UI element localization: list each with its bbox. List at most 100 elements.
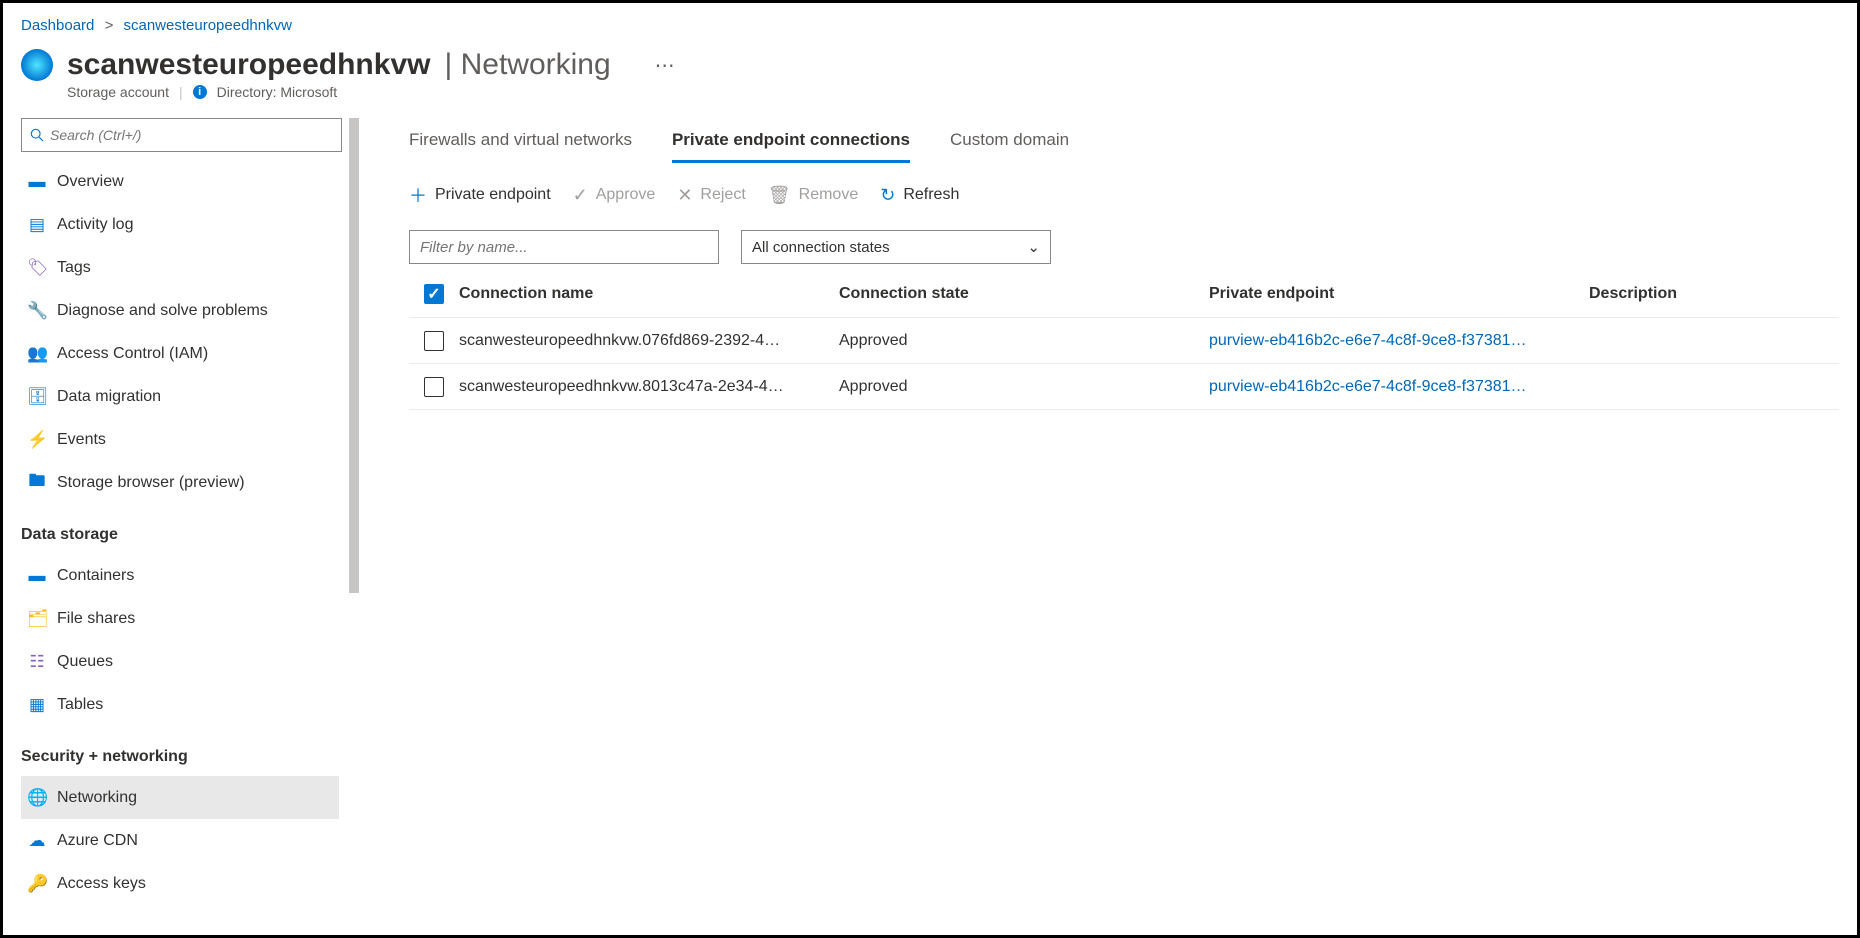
row-checkbox[interactable] (424, 331, 444, 351)
button-label: Refresh (903, 186, 959, 204)
main-content: Firewalls and virtual networks Private e… (359, 118, 1839, 935)
sidebar-scrollbar[interactable] (349, 118, 359, 935)
tables-icon: ▦ (27, 695, 47, 715)
sidebar-item-storage-browser[interactable]: 🖿 Storage browser (preview) (21, 461, 339, 504)
remove-button: 🗑 Remove (768, 185, 858, 206)
toolbar: ＋ Private endpoint ✓ Approve ✕ Reject 🗑 Remo… (409, 182, 1839, 208)
key-icon: 🔑 (27, 874, 47, 894)
x-icon: ✕ (677, 185, 692, 206)
sidebar-item-activity-log[interactable]: ▤ Activity log (21, 203, 339, 246)
sidebar-item-label: Tags (57, 259, 91, 277)
sidebar-item-label: Data migration (57, 388, 161, 406)
cell-private-endpoint-link[interactable]: purview-eb416b2c-e6e7-4c8f-9ce8-f37381… (1209, 332, 1527, 349)
sidebar-item-label: Queues (57, 653, 113, 671)
sidebar-section-data-storage: Data storage (21, 504, 339, 554)
sidebar-item-iam[interactable]: 👥 Access Control (IAM) (21, 332, 339, 375)
sidebar-item-label: Access Control (IAM) (57, 345, 208, 363)
cell-private-endpoint-link[interactable]: purview-eb416b2c-e6e7-4c8f-9ce8-f37381… (1209, 378, 1527, 395)
migration-icon: 🗄 (27, 387, 47, 407)
resource-name: scanwesteuropeedhnkvw (67, 48, 430, 82)
chevron-down-icon: ⌄ (1027, 238, 1040, 256)
cdn-icon: ☁ (27, 831, 47, 851)
refresh-button[interactable]: ↻ Refresh (880, 185, 959, 206)
col-header-state[interactable]: Connection state (839, 285, 1209, 303)
networking-icon: 🌐 (27, 788, 47, 808)
sidebar-item-azure-cdn[interactable]: ☁Azure CDN (21, 819, 339, 862)
sidebar-item-label: Activity log (57, 216, 133, 234)
reject-button: ✕ Reject (677, 185, 745, 206)
add-private-endpoint-button[interactable]: ＋ Private endpoint (409, 182, 551, 208)
approve-button: ✓ Approve (573, 185, 656, 206)
col-header-name[interactable]: Connection name (459, 285, 839, 303)
sidebar: « ▬Overview ▤Activity log 🏷Tags 🔧Diagnos… (21, 118, 359, 935)
containers-icon: ▬ (27, 566, 47, 586)
plus-icon: ＋ (409, 182, 427, 208)
sidebar-search[interactable] (21, 118, 342, 152)
search-input[interactable] (50, 127, 333, 143)
check-icon: ✓ (573, 185, 588, 206)
filter-name-input[interactable] (420, 239, 708, 256)
info-icon[interactable]: i (193, 85, 207, 99)
filter-connection-state[interactable]: All connection states ⌄ (741, 230, 1051, 264)
sidebar-item-access-keys[interactable]: 🔑 Access keys (21, 862, 339, 905)
sidebar-item-tables[interactable]: ▦ Tables (21, 683, 339, 726)
sidebar-item-migration[interactable]: 🗄 Data migration (21, 375, 339, 418)
queues-icon: ☷ (27, 652, 47, 672)
tab-private-endpoint[interactable]: Private endpoint connections (672, 122, 910, 163)
sidebar-item-label: Containers (57, 567, 134, 585)
iam-icon: 👥 (27, 344, 47, 364)
sidebar-item-label: Networking (57, 789, 137, 807)
blade-title: | Networking (444, 48, 610, 82)
breadcrumb-sep: > (105, 17, 114, 34)
directory-label: Directory: Microsoft (217, 84, 338, 100)
button-label: Private endpoint (435, 186, 551, 204)
cell-connection-name: scanwesteuropeedhnkvw.8013c47a-2e34-4… (459, 378, 839, 396)
sidebar-section-security: Security + networking (21, 726, 339, 776)
filters-row: All connection states ⌄ (409, 230, 1839, 264)
cell-connection-name: scanwesteuropeedhnkvw.076fd869-2392-4… (459, 332, 839, 350)
trash-icon: 🗑 (768, 185, 791, 206)
filter-by-name[interactable] (409, 230, 719, 264)
sidebar-item-events[interactable]: ⚡Events (21, 418, 339, 461)
blade-title-row: scanwesteuropeedhnkvw | Networking ⋯ (21, 42, 1839, 86)
tags-icon: 🏷 (27, 258, 47, 278)
refresh-icon: ↻ (880, 185, 895, 206)
cell-connection-state: Approved (839, 332, 1209, 350)
tab-custom-domain[interactable]: Custom domain (950, 122, 1069, 163)
connections-table: ✓ Connection name Connection state Priva… (409, 270, 1839, 410)
sidebar-item-diagnose[interactable]: 🔧Diagnose and solve problems (21, 289, 339, 332)
sidebar-item-tags[interactable]: 🏷 Tags (21, 246, 339, 289)
button-label: Reject (700, 186, 745, 204)
col-header-description[interactable]: Description (1589, 285, 1839, 303)
browser-icon: 🖿 (27, 468, 47, 497)
sidebar-item-networking[interactable]: 🌐 Networking (21, 776, 339, 819)
button-label: Approve (596, 186, 656, 204)
table-header: ✓ Connection name Connection state Priva… (409, 270, 1839, 318)
row-checkbox[interactable] (424, 377, 444, 397)
breadcrumb-current[interactable]: scanwesteuropeedhnkvw (124, 17, 292, 34)
breadcrumb: Dashboard > scanwesteuropeedhnkvw (21, 13, 1839, 42)
activity-log-icon: ▤ (27, 215, 47, 235)
resource-type: Storage account (67, 84, 169, 100)
sidebar-item-label: Diagnose and solve problems (57, 302, 268, 320)
breadcrumb-root[interactable]: Dashboard (21, 17, 94, 34)
col-header-private-endpoint[interactable]: Private endpoint (1209, 285, 1589, 303)
sidebar-item-overview[interactable]: ▬Overview (21, 160, 339, 203)
table-row[interactable]: scanwesteuropeedhnkvw.076fd869-2392-4… A… (409, 318, 1839, 364)
tab-firewalls[interactable]: Firewalls and virtual networks (409, 122, 632, 163)
sidebar-item-label: Storage browser (preview) (57, 474, 245, 492)
sidebar-item-label: Overview (57, 173, 124, 191)
sidebar-item-label: Tables (57, 696, 103, 714)
resource-subline: Storage account | i Directory: Microsoft (21, 84, 1839, 100)
more-actions-icon[interactable]: ⋯ (655, 53, 677, 78)
sidebar-nav: ▬Overview ▤Activity log 🏷Tags 🔧Diagnose … (21, 160, 359, 935)
events-icon: ⚡ (27, 430, 47, 450)
sidebar-item-file-shares[interactable]: 🗂File shares (21, 597, 339, 640)
sidebar-item-queues[interactable]: ☷ Queues (21, 640, 339, 683)
sidebar-item-label: Access keys (57, 875, 146, 893)
button-label: Remove (799, 186, 859, 204)
select-all-checkbox[interactable]: ✓ (424, 284, 444, 304)
sidebar-item-containers[interactable]: ▬ Containers (21, 554, 339, 597)
table-row[interactable]: scanwesteuropeedhnkvw.8013c47a-2e34-4… A… (409, 364, 1839, 410)
filter-select-label: All connection states (752, 239, 890, 256)
